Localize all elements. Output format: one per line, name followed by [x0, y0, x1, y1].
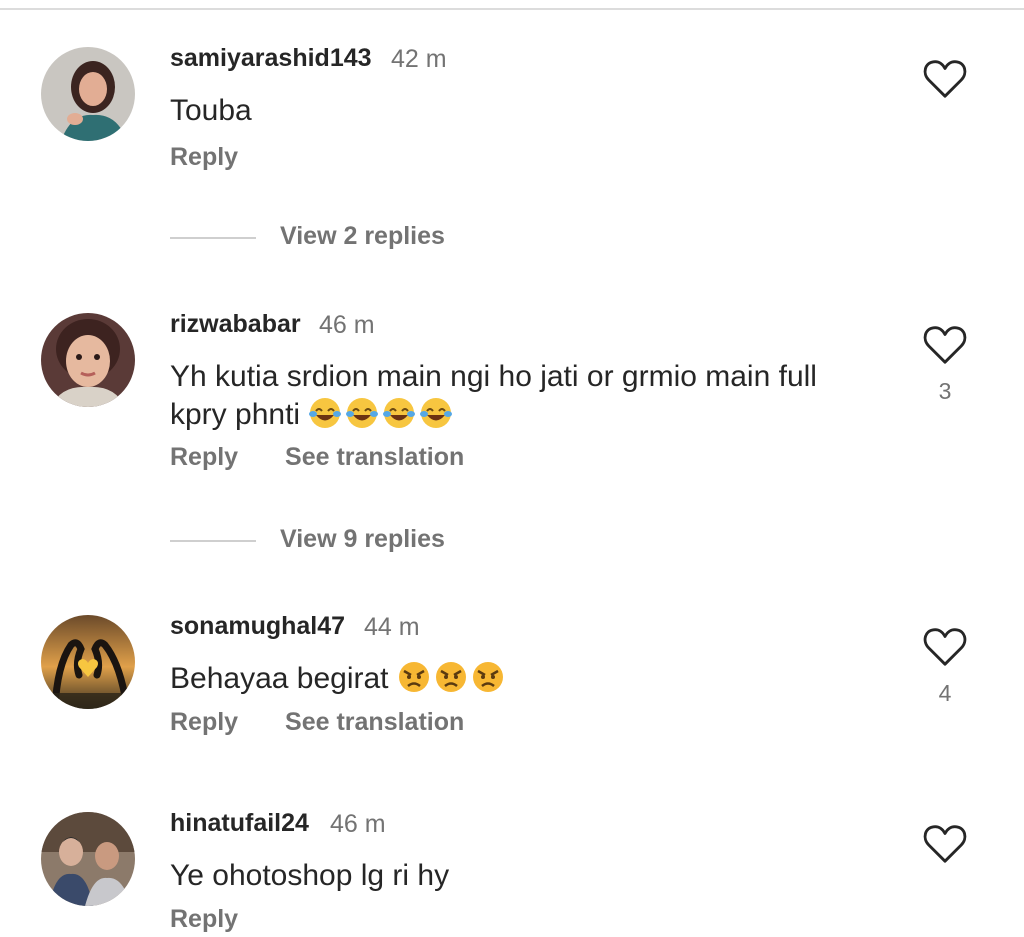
replies-divider-line	[170, 237, 256, 239]
comment-username[interactable]: rizwababar	[170, 310, 301, 339]
reply-button[interactable]: Reply	[170, 708, 238, 736]
angry-face-emoji	[435, 662, 466, 692]
comment-time: 46 m	[330, 810, 386, 838]
view-replies-button[interactable]: View 9 replies	[280, 525, 445, 554]
comment-actions: Reply See translation	[170, 708, 504, 737]
see-translation-button[interactable]: See translation	[285, 443, 464, 471]
comment-username[interactable]: samiyarashid143	[170, 44, 372, 73]
comment-time: 44 m	[364, 613, 420, 641]
heart-outline-icon[interactable]	[922, 324, 968, 366]
face-with-tears-of-joy-emoji	[383, 398, 416, 428]
replies-divider-line	[170, 540, 256, 542]
heart-outline-icon[interactable]	[922, 626, 968, 668]
angry-face-emoji	[398, 662, 429, 692]
face-with-tears-of-joy-emoji	[346, 398, 379, 428]
reply-button[interactable]: Reply	[170, 143, 238, 171]
comment-text: Touba	[170, 94, 252, 127]
avatar[interactable]	[41, 313, 135, 407]
comment-actions: Reply	[170, 905, 278, 934]
see-translation-button[interactable]: See translation	[285, 708, 464, 736]
emoji-group	[300, 398, 456, 431]
comment-text-body: Yh kutia srdion main ngi ho jati or grmi…	[170, 360, 817, 431]
comment-username[interactable]: hinatufail24	[170, 809, 309, 838]
face-with-tears-of-joy-emoji	[309, 398, 342, 428]
comment-time: 46 m	[319, 311, 375, 339]
like-count: 3	[938, 378, 952, 404]
comment-text-body: Behayaa begirat	[170, 662, 389, 695]
avatar[interactable]	[41, 615, 135, 709]
avatar[interactable]	[41, 47, 135, 141]
avatar[interactable]	[41, 812, 135, 906]
face-with-tears-of-joy-emoji	[420, 398, 453, 428]
like-count: 4	[938, 680, 952, 706]
comment-text: Behayaa begirat	[170, 660, 870, 698]
comment-username[interactable]: sonamughal47	[170, 612, 345, 641]
top-divider	[0, 8, 1024, 10]
angry-face-emoji	[472, 662, 503, 692]
reply-button[interactable]: Reply	[170, 443, 238, 471]
heart-outline-icon[interactable]	[922, 58, 968, 100]
comment-text: Yh kutia srdion main ngi ho jati or grmi…	[170, 358, 870, 434]
comment-time: 42 m	[391, 45, 447, 73]
comment-text: Ye ohotoshop lg ri hy	[170, 859, 450, 892]
comment-actions: Reply See translation	[170, 443, 504, 472]
comment-actions: Reply	[170, 143, 278, 172]
heart-outline-icon[interactable]	[922, 823, 968, 865]
emoji-group	[397, 662, 508, 695]
view-replies-button[interactable]: View 2 replies	[280, 222, 445, 251]
reply-button[interactable]: Reply	[170, 905, 238, 933]
